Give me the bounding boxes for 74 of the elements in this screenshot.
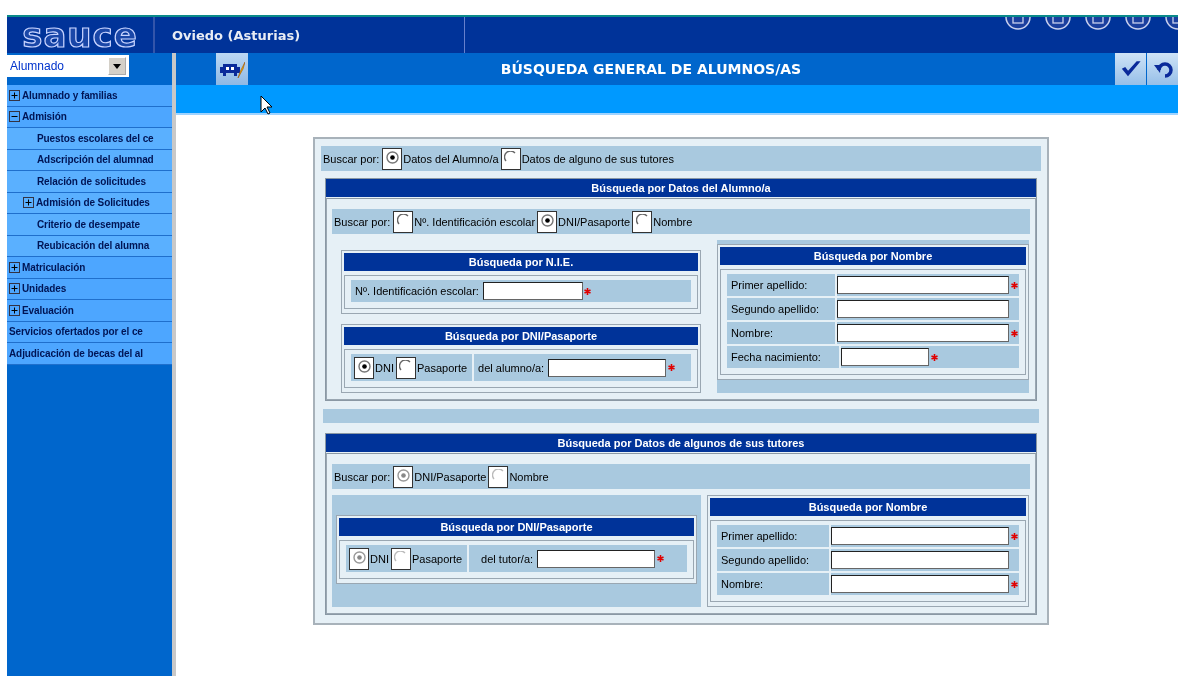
panel-header: Búsqueda por DNI/Pasaporte [344,327,698,345]
check-icon [1120,60,1141,78]
radio-label: DNI/Pasaporte [558,215,631,228]
menu-item[interactable]: Evaluación [7,300,172,322]
field-label: del alumno/a: [477,361,546,374]
section-header: Búsqueda por Datos de algunos de sus tutores [326,434,1036,452]
panel-header: Búsqueda por DNI/Pasaporte [339,518,694,536]
radio-label: Nº. Identificación escolar [414,215,536,228]
field-label: del tutor/a: [480,552,535,565]
field-label: Buscar por: [334,215,391,228]
module-dropdown[interactable]: Alumnado [7,55,129,77]
radio-label: DNI [370,552,389,565]
menu-item[interactable]: Unidades [7,278,172,300]
field-label: Buscar por: [334,470,391,483]
menu-item[interactable]: Alumnado y familias [7,85,172,107]
panel-header: Búsqueda por Nombre [710,498,1026,516]
menu-item[interactable]: Criterio de desempate [7,214,172,236]
radio-button[interactable] [382,147,403,170]
radio-button[interactable] [500,147,521,170]
dropdown-arrow-icon [113,63,121,69]
menu-item[interactable]: Admisión [7,106,172,128]
radio-arc-icon [396,213,410,227]
confirm-button[interactable] [1115,53,1146,85]
radio-label: Datos del Alumno/a [403,152,499,165]
radio-circle-icon [357,359,371,373]
radio-label: Pasaporte [411,552,463,565]
radio-circle-icon [352,550,366,564]
menu-item[interactable]: Adscripción del alumnad [7,149,172,171]
section-header: Búsqueda por Datos del Alumno/a [326,179,1036,197]
text-field[interactable] [831,527,1009,545]
radio-circle-icon [540,213,554,227]
field-label: Nº. Identificación escolar: [354,285,480,297]
radio-arc-icon [635,213,649,227]
menu-item[interactable]: Matriculación [7,257,172,279]
radio-label: Datos de alguno de sus tutores [521,152,674,165]
text-field[interactable] [831,575,1009,593]
radio-arc-icon [399,359,413,373]
field-label: Buscar por: [323,152,380,165]
radio-button[interactable] [395,356,416,379]
mouse-pointer-icon [260,95,273,115]
radio-circle-icon [396,468,410,482]
radio-label: Nombre [653,215,693,228]
radio-label: Pasaporte [416,361,468,374]
text-field[interactable] [537,549,656,568]
undo-button[interactable] [1147,53,1178,85]
text-field[interactable] [831,551,1009,569]
menu-item[interactable]: Servicios ofertados por el ce [7,321,172,343]
menu-item[interactable]: Admisión de Solicitudes [7,192,172,214]
text-field[interactable] [837,300,1010,318]
radio-circle-icon [385,150,399,164]
menu-item[interactable]: Reubicación del alumna [7,235,172,257]
radio-arc-icon [491,468,505,482]
panel-header: Búsqueda por Nombre [720,247,1026,265]
menu-item[interactable]: Puestos escolares del ce [7,128,172,150]
menu-item[interactable]: Adjudicación de becas del al [7,343,172,365]
tool-button[interactable] [216,53,248,85]
radio-label: DNI [375,361,394,374]
undo-icon [1152,60,1173,78]
radio-button[interactable] [632,210,653,233]
radio-button[interactable] [537,210,558,233]
text-field[interactable] [548,358,667,377]
menu-item[interactable]: Relación de solicitudes [7,171,172,193]
radio-arc-icon [504,150,518,164]
text-field[interactable] [837,276,1010,294]
text-field[interactable] [837,324,1010,342]
panel-header: Búsqueda por N.I.E. [344,253,698,271]
radio-label: Nombre [509,470,549,483]
radio-button[interactable] [393,210,414,233]
radio-button[interactable] [354,356,374,379]
text-field[interactable] [841,348,929,366]
page-title: BÚSQUEDA GENERAL DE ALUMNOS/AS [499,61,803,77]
radio-arc-icon [394,550,408,564]
text-field[interactable] [482,282,583,300]
radio-label: DNI/Pasaporte [414,470,487,483]
